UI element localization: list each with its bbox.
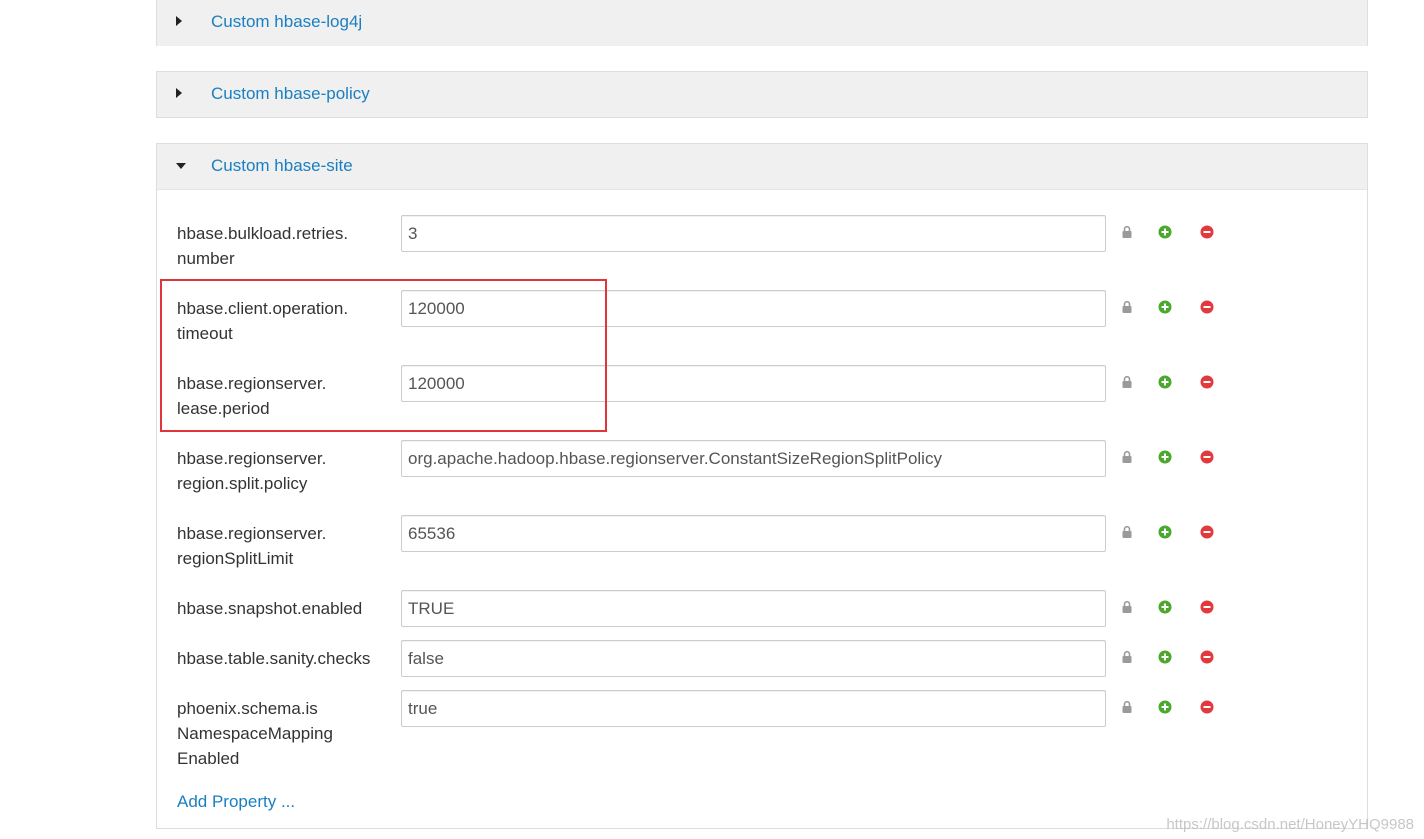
custom-hbase-log4j-title[interactable]: Custom hbase-log4j [211, 12, 362, 32]
custom-hbase-policy-header[interactable]: Custom hbase-policy [157, 72, 1367, 117]
plus-circle-icon[interactable] [1158, 525, 1172, 539]
plus-circle-icon[interactable] [1158, 650, 1172, 664]
property-name: hbase.table.sanity.checks [177, 649, 371, 668]
minus-circle-icon[interactable] [1200, 600, 1214, 614]
lock-icon[interactable] [1120, 300, 1134, 314]
property-value-input[interactable]: 3 [401, 215, 1106, 252]
custom-hbase-policy-panel: Custom hbase-policy [156, 71, 1368, 118]
highlight-box [160, 279, 607, 432]
plus-circle-icon[interactable] [1158, 300, 1172, 314]
minus-circle-icon[interactable] [1200, 225, 1214, 239]
plus-circle-icon[interactable] [1158, 600, 1172, 614]
property-value-input[interactable]: TRUE [401, 590, 1106, 627]
property-name: hbase.bulkload.retries. number [177, 224, 349, 268]
minus-circle-icon[interactable] [1200, 375, 1214, 389]
minus-circle-icon[interactable] [1200, 700, 1214, 714]
custom-hbase-policy-title[interactable]: Custom hbase-policy [211, 84, 370, 104]
plus-circle-icon[interactable] [1158, 450, 1172, 464]
minus-circle-icon[interactable] [1200, 300, 1214, 314]
lock-icon[interactable] [1120, 225, 1134, 239]
caret-down-icon [176, 163, 186, 169]
property-value-input[interactable]: true [401, 690, 1106, 727]
plus-circle-icon[interactable] [1158, 375, 1172, 389]
lock-icon[interactable] [1120, 650, 1134, 664]
plus-circle-icon[interactable] [1158, 225, 1172, 239]
custom-hbase-log4j-header[interactable]: Custom hbase-log4j [157, 0, 1367, 46]
plus-circle-icon[interactable] [1158, 700, 1172, 714]
minus-circle-icon[interactable] [1200, 525, 1214, 539]
lock-icon[interactable] [1120, 525, 1134, 539]
lock-icon[interactable] [1120, 700, 1134, 714]
minus-circle-icon[interactable] [1200, 650, 1214, 664]
property-value-input[interactable]: false [401, 640, 1106, 677]
property-name: hbase.snapshot.enabled [177, 599, 363, 618]
caret-right-icon [176, 88, 182, 98]
caret-right-icon [176, 16, 182, 26]
custom-hbase-site-title[interactable]: Custom hbase-site [211, 156, 353, 176]
property-name: phoenix.schema.is NamespaceMapping Enabled [177, 699, 333, 768]
custom-hbase-site-header[interactable]: Custom hbase-site [157, 144, 1367, 190]
lock-icon[interactable] [1120, 450, 1134, 464]
property-value-input[interactable]: 65536 [401, 515, 1106, 552]
custom-hbase-log4j-panel: Custom hbase-log4j [156, 0, 1368, 46]
lock-icon[interactable] [1120, 600, 1134, 614]
minus-circle-icon[interactable] [1200, 450, 1214, 464]
property-name: hbase.regionserver. region.split.policy [177, 449, 327, 493]
add-property-link[interactable]: Add Property ... [177, 792, 295, 812]
lock-icon[interactable] [1120, 375, 1134, 389]
property-name: hbase.regionserver. regionSplitLimit [177, 524, 327, 568]
watermark: https://blog.csdn.net/HoneyYHQ9988 [1166, 816, 1414, 833]
custom-hbase-site-panel: Custom hbase-site hbase.bulkload.retries… [156, 143, 1368, 829]
property-value-input[interactable]: org.apache.hadoop.hbase.regionserver.Con… [401, 440, 1106, 477]
